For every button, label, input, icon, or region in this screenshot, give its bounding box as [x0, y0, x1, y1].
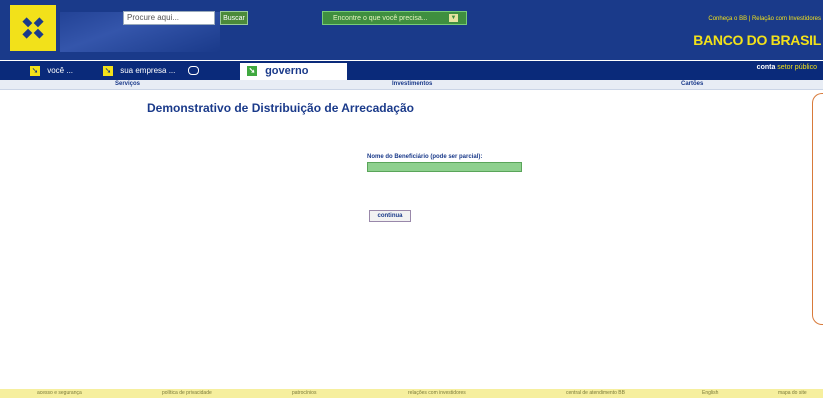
- continue-button[interactable]: continua: [369, 210, 411, 222]
- page-title: Demonstrativo de Distribuição de Arrecad…: [147, 101, 414, 115]
- chevron-right-icon: ➘: [30, 65, 40, 76]
- main-nav: ➘ você ... ➘ sua empresa ... ➘ governo c…: [0, 61, 823, 80]
- site-header: Procure aqui... Buscar Encontre o que vo…: [0, 0, 823, 60]
- chevron-right-icon: ➘: [247, 66, 257, 77]
- beneficiario-input[interactable]: [367, 162, 522, 172]
- bb-logo-icon: [22, 17, 44, 39]
- footer-link-atendimento[interactable]: central de atendimento BB: [566, 389, 625, 398]
- tab-governo[interactable]: ➘ governo: [240, 63, 347, 80]
- tab-sua-empresa[interactable]: ➘ sua empresa ...: [103, 63, 199, 78]
- footer: acesso e segurança política de privacida…: [0, 389, 823, 398]
- tab-label: governo: [265, 65, 309, 77]
- brand-name: Banco do Brasil: [693, 32, 821, 48]
- footer-link-mapa[interactable]: mapa do site: [778, 389, 807, 398]
- conta-highlight: setor público: [777, 64, 817, 71]
- toggle-icon: [187, 66, 199, 76]
- footer-link-investidores[interactable]: relações com investidores: [408, 389, 466, 398]
- side-panel-frame: [812, 93, 823, 325]
- footer-link-english[interactable]: English: [702, 389, 718, 398]
- bb-logo[interactable]: [10, 5, 56, 51]
- search-button[interactable]: Buscar: [220, 11, 248, 25]
- chevron-right-icon: ➘: [103, 65, 113, 76]
- conta-setor-publico-link[interactable]: conta setor público: [757, 64, 817, 71]
- footer-link-seguranca[interactable]: acesso e segurança: [37, 389, 82, 398]
- menu-item-servicos[interactable]: Serviços: [115, 80, 140, 89]
- menu-item-investimentos[interactable]: Investimentos: [392, 80, 432, 89]
- menu-item-cartoes[interactable]: Cartões: [681, 80, 703, 89]
- encontre-dropdown[interactable]: Encontre o que você precisa... ▼: [322, 11, 467, 25]
- tab-label: você ...: [47, 66, 74, 75]
- footer-link-patrocinios[interactable]: patrocínios: [292, 389, 316, 398]
- footer-link-privacidade[interactable]: política de privacidade: [162, 389, 212, 398]
- tab-label: sua empresa ...: [120, 66, 176, 75]
- encontre-label: Encontre o que você precisa...: [333, 15, 428, 22]
- beneficiario-label: Nome do Beneficiário (pode ser parcial):: [367, 154, 483, 160]
- search-input[interactable]: Procure aqui...: [123, 11, 215, 25]
- top-links[interactable]: Conheça o BB | Relação com Investidores: [708, 16, 821, 22]
- conta-prefix: conta: [756, 64, 776, 71]
- submenu-bar: Serviços Investimentos Cartões: [0, 80, 823, 90]
- tab-voce[interactable]: ➘ você ...: [30, 63, 73, 78]
- chevron-down-icon: ▼: [449, 14, 458, 22]
